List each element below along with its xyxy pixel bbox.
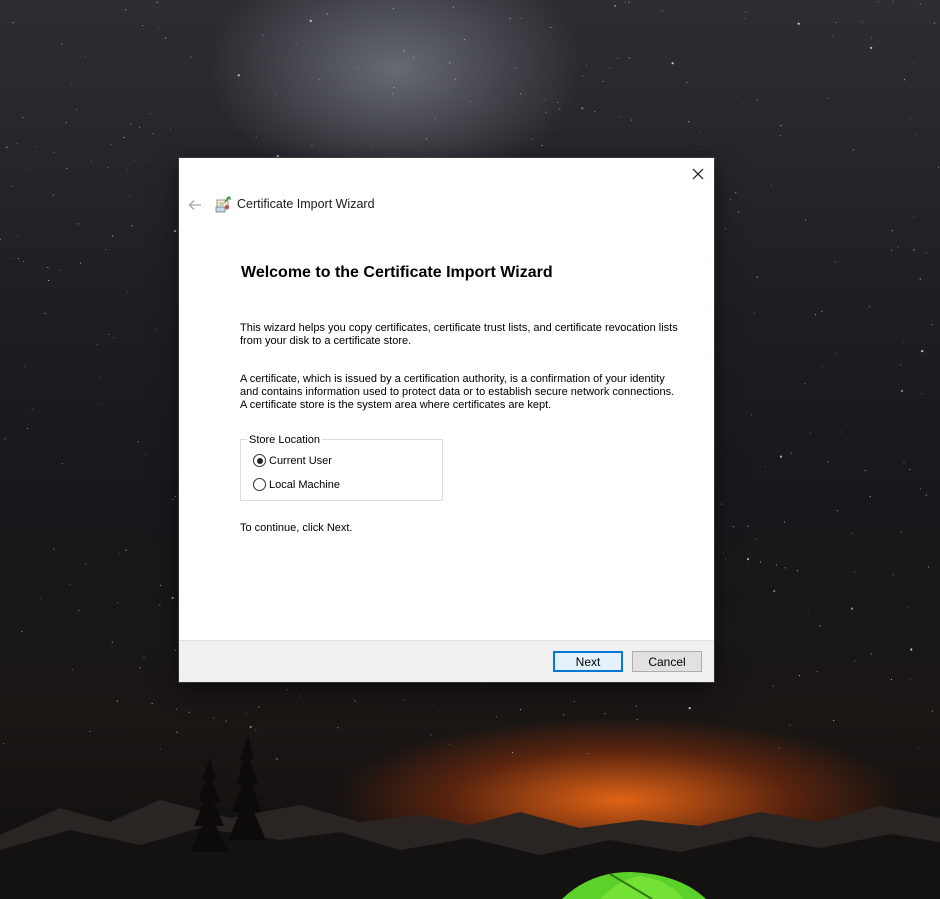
local-machine-radio[interactable] — [253, 478, 266, 491]
back-button[interactable] — [185, 195, 205, 215]
current-user-radio[interactable] — [253, 454, 266, 467]
local-machine-label[interactable]: Local Machine — [269, 479, 340, 491]
desktop-background: Certificate Import Wizard Welcome to the… — [0, 0, 940, 899]
store-location-group: Store Location Current User Local Machin… — [240, 434, 443, 501]
store-location-legend: Store Location — [247, 434, 322, 446]
cancel-button[interactable]: Cancel — [632, 651, 702, 672]
intro-paragraph: This wizard helps you copy certificates,… — [240, 322, 678, 347]
current-user-label[interactable]: Current User — [269, 455, 332, 467]
continue-instruction: To continue, click Next. — [240, 522, 353, 534]
back-arrow-icon — [188, 200, 201, 210]
certificate-icon — [215, 196, 231, 213]
certificate-import-wizard-dialog: Certificate Import Wizard Welcome to the… — [179, 158, 714, 682]
next-button[interactable]: Next — [553, 651, 623, 672]
window-title: Certificate Import Wizard — [237, 197, 375, 211]
page-title: Welcome to the Certificate Import Wizard — [241, 264, 553, 281]
current-user-option[interactable]: Current User — [253, 454, 332, 467]
button-bar: Next Cancel — [179, 640, 714, 682]
local-machine-option[interactable]: Local Machine — [253, 478, 340, 491]
description-paragraph: A certificate, which is issued by a cert… — [240, 373, 675, 411]
close-button[interactable] — [682, 158, 714, 190]
close-icon — [692, 168, 704, 180]
